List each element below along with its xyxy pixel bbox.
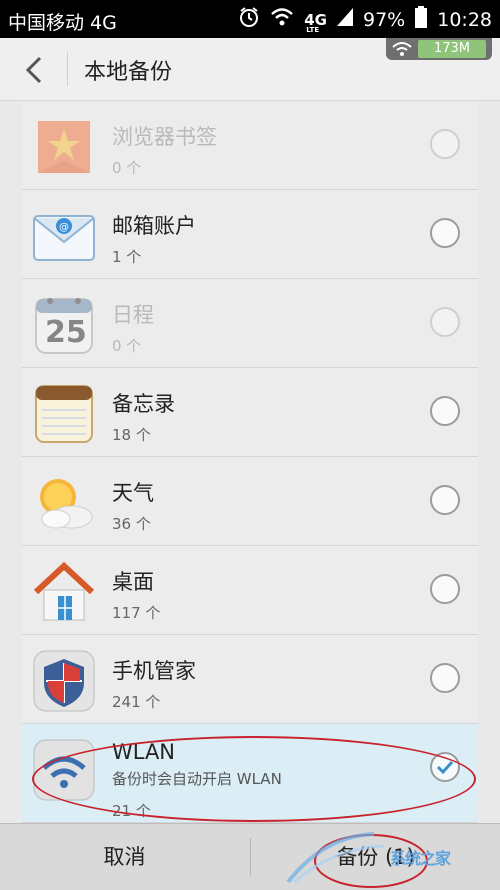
- list-item-weather[interactable]: 天气 36 个: [22, 457, 478, 546]
- item-count: 117 个: [112, 604, 161, 622]
- item-radio[interactable]: [430, 663, 460, 693]
- net-speed-badge: 173M: [386, 38, 492, 60]
- header-divider: [67, 52, 68, 86]
- item-name: 手机管家: [112, 659, 196, 683]
- list-item-phone-manager[interactable]: 手机管家 241 个: [22, 635, 478, 724]
- item-name: 天气: [112, 481, 154, 505]
- status-bar: 中国移动 4G 4G LTE 97% 10:28: [0, 0, 500, 38]
- alarm-icon: [238, 6, 260, 33]
- item-radio[interactable]: [430, 574, 460, 604]
- clock: 10:28: [437, 8, 492, 31]
- item-name: 浏览器书签: [112, 125, 217, 149]
- annotation-ellipse-wlan: [32, 736, 476, 822]
- home-icon: [32, 560, 96, 624]
- item-radio[interactable]: [430, 218, 460, 248]
- battery-icon: [415, 6, 428, 33]
- item-radio[interactable]: [430, 307, 460, 337]
- list-item-notes[interactable]: 备忘录 18 个: [22, 368, 478, 457]
- item-name: 桌面: [112, 570, 154, 594]
- shield-icon: [32, 649, 96, 713]
- notepad-icon: [32, 382, 96, 446]
- back-button[interactable]: [16, 50, 56, 90]
- battery-percent: 97%: [363, 8, 406, 31]
- status-icons: 4G LTE 97% 10:28: [238, 6, 492, 34]
- item-count: 241 个: [112, 693, 161, 711]
- list-item-bookmarks[interactable]: 浏览器书签 0 个: [22, 101, 478, 190]
- svg-text:@: @: [59, 222, 69, 233]
- calendar-icon: 25: [32, 293, 96, 357]
- item-radio[interactable]: [430, 485, 460, 515]
- carrier-label: 中国移动 4G: [8, 12, 117, 34]
- list-item-mail[interactable]: @ 邮箱账户 1 个: [22, 190, 478, 279]
- cancel-button[interactable]: 取消: [0, 824, 249, 890]
- backup-item-list[interactable]: 浏览器书签 0 个 @ 邮箱账户 1 个 25 日程 0 个 备忘录 18 个 …: [22, 101, 478, 823]
- item-count: 0 个: [112, 337, 142, 355]
- item-name: 备忘录: [112, 392, 175, 416]
- item-radio[interactable]: [430, 129, 460, 159]
- watermark-logo: [284, 826, 480, 886]
- cell-signal-icon: [337, 8, 353, 31]
- wifi-signal-icon: [270, 7, 294, 32]
- wifi-icon: [392, 41, 412, 61]
- item-count: 36 个: [112, 515, 151, 533]
- item-radio[interactable]: [430, 396, 460, 426]
- item-count: 0 个: [112, 159, 142, 177]
- network-type-icon: 4G LTE: [304, 11, 327, 34]
- item-name: 邮箱账户: [112, 214, 196, 238]
- mail-icon: @: [32, 204, 96, 268]
- calendar-day: 25: [45, 315, 87, 350]
- chevron-left-icon: [25, 56, 42, 84]
- weather-icon: [32, 471, 96, 535]
- header-bar: 本地备份 173M: [0, 38, 500, 101]
- item-count: 18 个: [112, 426, 151, 444]
- list-item-calendar[interactable]: 25 日程 0 个: [22, 279, 478, 368]
- page-title: 本地备份: [84, 60, 173, 85]
- network-sub-label: LTE: [306, 25, 320, 34]
- item-count: 1 个: [112, 248, 142, 266]
- list-item-home[interactable]: 桌面 117 个: [22, 546, 478, 635]
- item-name: 日程: [112, 303, 154, 327]
- watermark-text: 系统之家: [390, 849, 451, 868]
- bookmark-icon: [32, 115, 96, 179]
- net-speed-value: 173M: [418, 40, 486, 58]
